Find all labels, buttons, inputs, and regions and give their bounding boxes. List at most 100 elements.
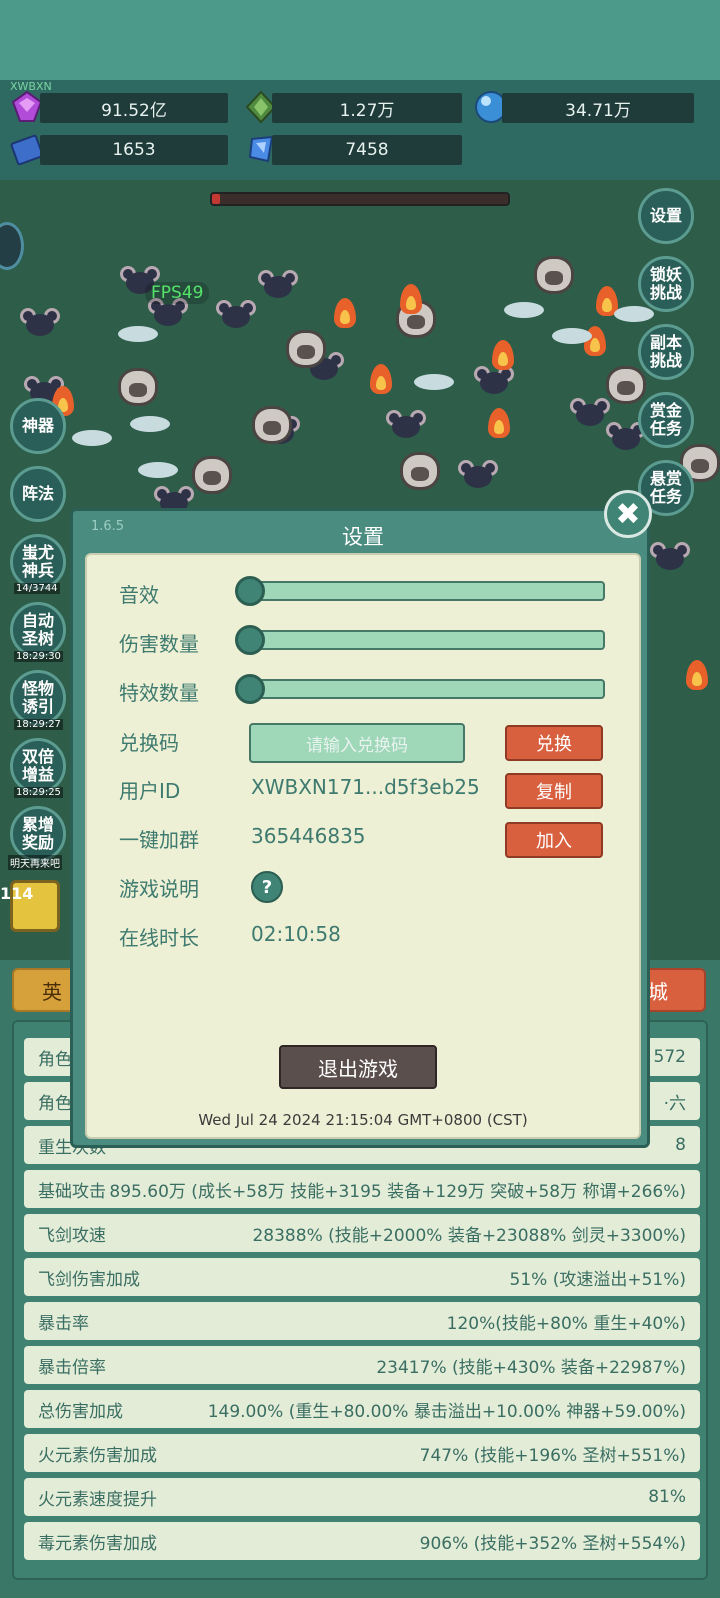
stat-label: 火元素速度提升 bbox=[38, 1489, 157, 1510]
stat-row: 飞剑伤害加成 51% (攻速溢出+51%) bbox=[24, 1258, 700, 1296]
stone bbox=[614, 306, 654, 322]
effect-count-label: 特效数量 bbox=[119, 681, 199, 705]
current-datetime: Wed Jul 24 2024 21:15:04 GMT+0800 (CST) bbox=[198, 1111, 528, 1129]
top-band bbox=[0, 0, 720, 80]
stone bbox=[118, 326, 158, 342]
group-number: 365446835 bbox=[251, 824, 366, 848]
join-button[interactable]: 加入 bbox=[505, 822, 603, 858]
stat-label: 角色 bbox=[38, 1049, 72, 1070]
exit-game-button[interactable]: 退出游戏 bbox=[279, 1045, 437, 1089]
mouse-monster bbox=[384, 408, 428, 442]
sound-slider[interactable] bbox=[235, 576, 605, 606]
game-help-label: 游戏说明 bbox=[119, 877, 199, 901]
resource-value: 91.52亿 bbox=[40, 93, 228, 123]
auto-holy-tree-button[interactable]: 自动 圣树 bbox=[10, 602, 66, 658]
stat-value: 895.60万 (成长+58万 技能+3195 装备+129万 突破+58万 称… bbox=[109, 1181, 686, 1202]
stat-label: 飞剑伤害加成 bbox=[38, 1269, 140, 1290]
blue-book-icon bbox=[10, 134, 44, 166]
yeti-monster bbox=[606, 366, 646, 404]
effect-count-slider-knob[interactable] bbox=[235, 674, 265, 704]
stat-label: 角色 bbox=[38, 1093, 72, 1114]
demon-lock-challenge-button[interactable]: 锁妖 挑战 bbox=[638, 256, 694, 312]
mouse-monster bbox=[256, 268, 300, 302]
dungeon-challenge-button[interactable]: 副本 挑战 bbox=[638, 324, 694, 380]
settings-button[interactable]: 设置 bbox=[638, 188, 694, 244]
yeti-monster bbox=[286, 330, 326, 368]
redeem-code-input[interactable]: 请输入兑换码 bbox=[249, 723, 465, 763]
stat-row: 总伤害加成 149.00% (重生+80.00% 暴击溢出+10.00% 神器+5… bbox=[24, 1390, 700, 1428]
damage-count-slider[interactable] bbox=[235, 625, 605, 655]
stone bbox=[552, 328, 592, 344]
stat-value: 120%(技能+80% 重生+40%) bbox=[446, 1313, 686, 1334]
chiyou-weapon-button[interactable]: 蚩尤 神兵 bbox=[10, 534, 66, 590]
double-buff-timer: 18:29:25 bbox=[14, 787, 63, 798]
settings-dialog: 1.6.5 设置 音效 伤害数量 特效数量 兑换码 请输入兑换码 兑换 用户ID… bbox=[70, 508, 650, 1148]
yeti-monster bbox=[400, 452, 440, 490]
stat-row: 暴击倍率 23417% (技能+430% 装备+22987%) bbox=[24, 1346, 700, 1384]
stat-value: 149.00% (重生+80.00% 暴击溢出+10.00% 神器+59.00%… bbox=[207, 1401, 686, 1422]
stat-label: 暴击率 bbox=[38, 1313, 89, 1334]
dialog-body: 音效 伤害数量 特效数量 兑换码 请输入兑换码 兑换 用户ID XWBXN171… bbox=[85, 553, 641, 1139]
close-icon[interactable]: ✖ bbox=[604, 490, 652, 538]
stat-row: 飞剑攻速 28388% (技能+2000% 装备+23088% 剑灵+3300%) bbox=[24, 1214, 700, 1252]
stat-value: ·六 bbox=[663, 1093, 686, 1114]
dialog-title: 设置 bbox=[342, 525, 384, 549]
stat-label: 飞剑攻速 bbox=[38, 1225, 106, 1246]
join-group-label: 一键加群 bbox=[119, 828, 199, 852]
mouse-monster bbox=[18, 306, 62, 340]
stat-row: 毒元素伤害加成 906% (技能+352% 圣树+554%) bbox=[24, 1522, 700, 1560]
stat-label: 总伤害加成 bbox=[38, 1401, 123, 1422]
mouse-monster bbox=[472, 364, 516, 398]
weapon-level: 114 bbox=[0, 884, 34, 903]
stat-label: 暴击倍率 bbox=[38, 1357, 106, 1378]
stat-row: 火元素速度提升 81% bbox=[24, 1478, 700, 1516]
monster-lure-timer: 18:29:27 bbox=[14, 719, 63, 730]
redeem-button[interactable]: 兑换 bbox=[505, 725, 603, 761]
formation-button[interactable]: 阵法 bbox=[10, 466, 66, 522]
sound-slider-knob[interactable] bbox=[235, 576, 265, 606]
stone bbox=[138, 462, 178, 478]
boss-hp-bar bbox=[210, 192, 510, 206]
artifact-button[interactable]: 神器 bbox=[10, 398, 66, 454]
stone bbox=[72, 430, 112, 446]
sound-label: 音效 bbox=[119, 583, 159, 607]
stone bbox=[504, 302, 544, 318]
fps-counter: FPS49 bbox=[145, 282, 210, 304]
online-time-value: 02:10:58 bbox=[251, 922, 341, 946]
cumulative-reward-button[interactable]: 累增 奖励 bbox=[10, 806, 66, 862]
stat-label: 火元素伤害加成 bbox=[38, 1445, 157, 1466]
resource-value: 1653 bbox=[40, 135, 228, 165]
resource-value: 34.71万 bbox=[502, 93, 694, 123]
effect-count-slider[interactable] bbox=[235, 674, 605, 704]
stat-value: 28388% (技能+2000% 装备+23088% 剑灵+3300%) bbox=[252, 1225, 686, 1246]
monster-lure-button[interactable]: 怪物 诱引 bbox=[10, 670, 66, 726]
resource-value: 7458 bbox=[272, 135, 462, 165]
stone bbox=[130, 416, 170, 432]
stat-value: 747% (技能+196% 圣树+551%) bbox=[419, 1445, 686, 1466]
user-id-label: 用户ID bbox=[119, 779, 181, 803]
help-icon[interactable]: ? bbox=[251, 871, 283, 903]
yeti-monster bbox=[118, 368, 158, 406]
stone bbox=[414, 374, 454, 390]
bounty-task-button[interactable]: 赏金 任务 bbox=[638, 392, 694, 448]
purple-gem-icon bbox=[11, 90, 43, 122]
damage-count-slider-knob[interactable] bbox=[235, 625, 265, 655]
double-buff-button[interactable]: 双倍 增益 bbox=[10, 738, 66, 794]
damage-count-label: 伤害数量 bbox=[119, 632, 199, 656]
mouse-monster bbox=[648, 540, 692, 574]
yeti-monster bbox=[252, 406, 292, 444]
stat-row: 基础攻击 895.60万 (成长+58万 技能+3195 装备+129万 突破+5… bbox=[24, 1170, 700, 1208]
auto-holy-tree-timer: 18:29:30 bbox=[14, 651, 63, 662]
stat-row: 火元素伤害加成 747% (技能+196% 圣树+551%) bbox=[24, 1434, 700, 1472]
stat-value: 81% bbox=[648, 1487, 686, 1507]
copy-button[interactable]: 复制 bbox=[505, 773, 603, 809]
stat-label: 基础攻击 bbox=[38, 1181, 106, 1202]
yeti-monster bbox=[534, 256, 574, 294]
mouse-monster bbox=[456, 458, 500, 492]
stat-value: 8 bbox=[675, 1135, 686, 1155]
stat-value: 906% (技能+352% 圣树+554%) bbox=[419, 1533, 686, 1554]
chiyou-progress: 14/3744 bbox=[14, 583, 60, 594]
yeti-monster bbox=[192, 456, 232, 494]
user-id-value: XWBXN171...d5f3eb25 bbox=[251, 775, 480, 799]
redeem-code-label: 兑换码 bbox=[119, 731, 179, 755]
